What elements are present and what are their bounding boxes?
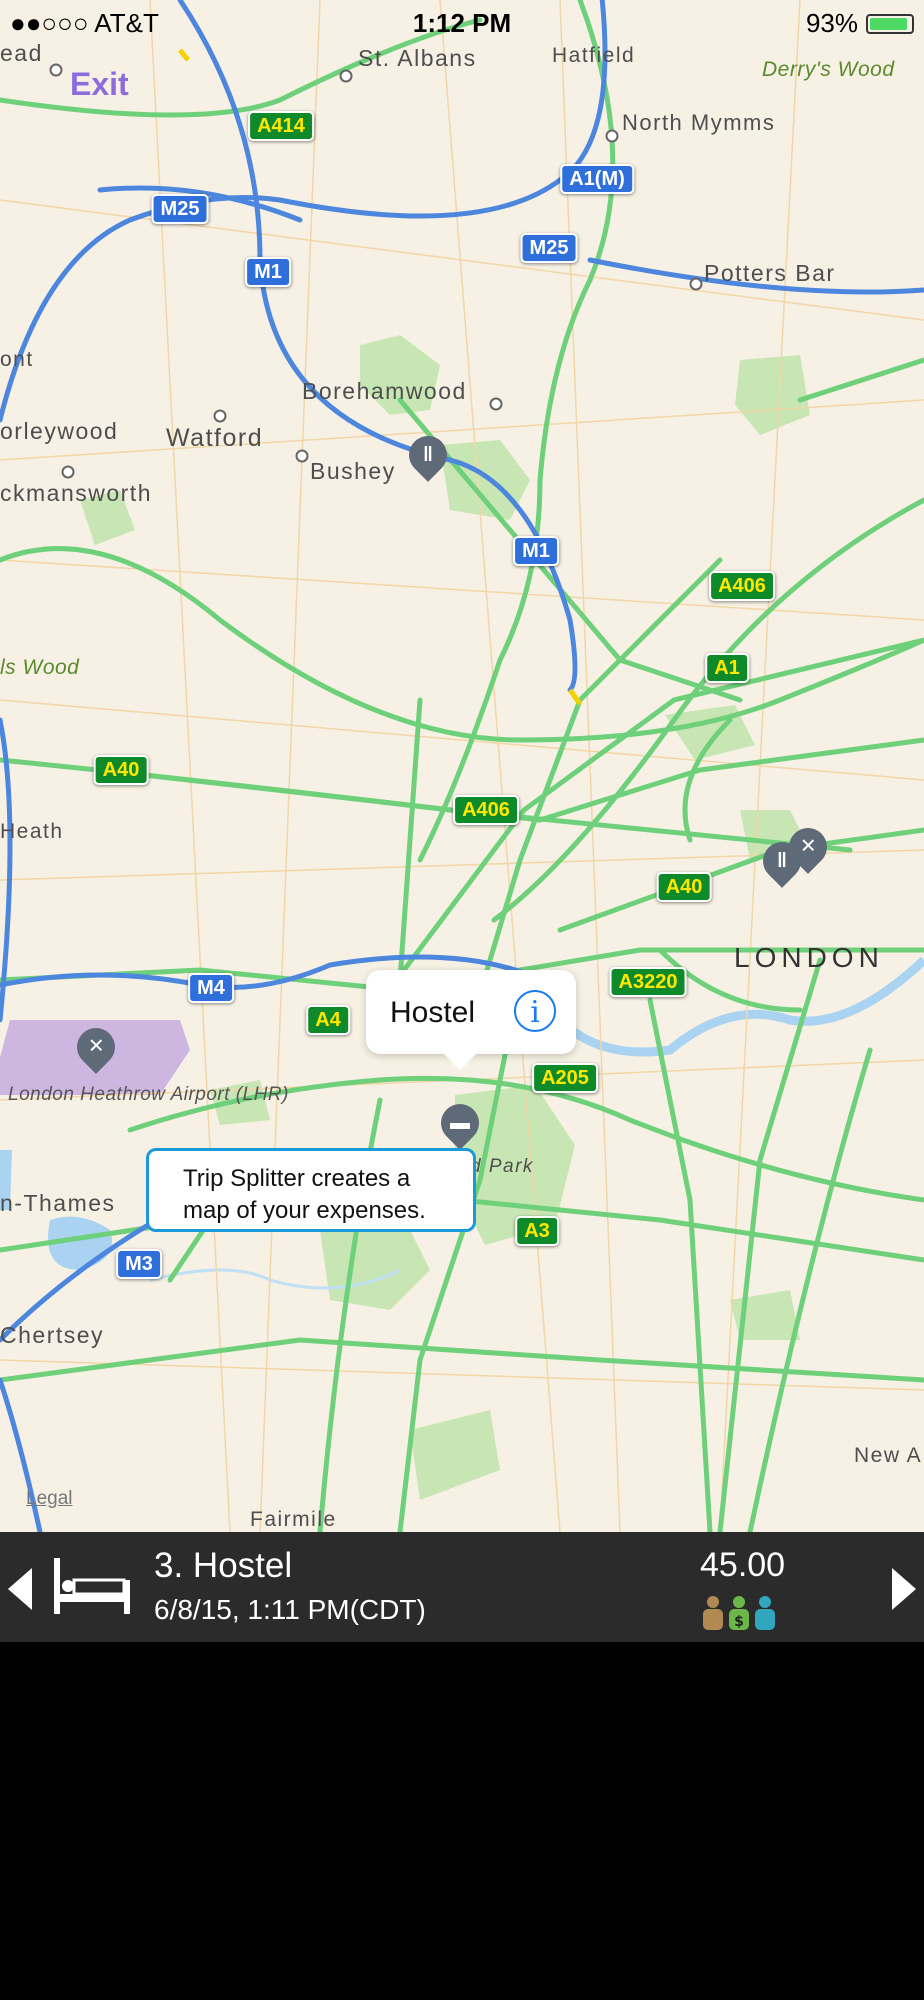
tooltip-line: Trip Splitter creates a [183, 1165, 411, 1192]
road-m1: M1 [245, 257, 291, 287]
road-m4: M4 [188, 973, 234, 1003]
previous-arrow-icon[interactable] [8, 1568, 32, 1610]
legal-link[interactable]: Legal [26, 1488, 73, 1510]
label-chertsey: Chertsey [0, 1322, 105, 1348]
label-heath: Heath [0, 820, 64, 843]
label-borehamwood: Borehamwood [302, 378, 467, 404]
road-a205: A205 [532, 1063, 598, 1093]
label-ls-wood: ls Wood [0, 656, 80, 679]
road-a406: A406 [709, 571, 775, 601]
clock: 1:12 PM [412, 8, 512, 38]
road-m25: M25 [151, 194, 209, 224]
label-north-mymms: North Mymms [622, 110, 776, 135]
status-bar: ●●○○○ AT&T 1:12 PM 93% [0, 0, 924, 46]
town-dot [61, 465, 75, 479]
next-arrow-icon[interactable] [892, 1568, 916, 1610]
callout-title: Hostel [390, 996, 476, 1029]
label-hatfield: Hatfield [552, 44, 636, 67]
road-a4: A4 [306, 1005, 350, 1035]
town-dot [49, 63, 63, 77]
map-view[interactable]: ead St. Albans Hatfield Derry's Wood Nor… [0, 0, 924, 1532]
road-a1m: A1(M) [560, 164, 634, 194]
road-a1: A1 [705, 653, 749, 683]
town-dot [689, 277, 703, 291]
label-fairmile: Fairmile [250, 1508, 337, 1531]
label-bushey: Bushey [310, 458, 396, 484]
label-london: LONDON [734, 942, 884, 973]
road-m3: M3 [116, 1249, 162, 1279]
road-a40: A40 [93, 755, 149, 785]
town-dot [213, 409, 227, 423]
tooltip-line: map of your expenses. [183, 1197, 426, 1224]
label-ont: ont [0, 348, 34, 371]
exit-button[interactable]: Exit [70, 66, 129, 103]
label-park: d Park [470, 1156, 534, 1177]
info-icon[interactable]: i [514, 990, 556, 1032]
label-new-a: New A [854, 1444, 923, 1467]
expense-bar[interactable]: 3. Hostel 6/8/15, 1:11 PM(CDT) 45.00 $ [0, 1532, 924, 1642]
road-a3: A3 [515, 1216, 559, 1246]
battery-icon [866, 13, 914, 34]
road-a40: A40 [656, 872, 712, 902]
tooltip-bubble: Trip Splitter creates a map of your expe… [146, 1148, 476, 1232]
status-right: 93% [806, 8, 914, 39]
expense-title: 3. Hostel [154, 1546, 293, 1585]
road-a406: A406 [453, 795, 519, 825]
map-callout[interactable]: Hostel i [366, 970, 576, 1070]
road-m25: M25 [520, 233, 578, 263]
label-watford: Watford [166, 424, 264, 452]
town-dot [339, 69, 353, 83]
label-potters-bar: Potters Bar [704, 260, 836, 286]
label-st-albans: St. Albans [358, 45, 477, 71]
road-m1: M1 [513, 536, 559, 566]
town-dot [489, 397, 503, 411]
label-derrys-wood: Derry's Wood [762, 58, 895, 81]
svg-text:$: $ [734, 1614, 744, 1630]
expense-datetime: 6/8/15, 1:11 PM(CDT) [154, 1594, 426, 1625]
battery-percent: 93% [805, 8, 858, 38]
road-a3220: A3220 [609, 967, 687, 997]
label-orleywood: orleywood [0, 418, 119, 444]
label-heathrow: London Heathrow Airport (LHR) [8, 1084, 289, 1105]
expense-amount: 45.00 [700, 1546, 786, 1584]
bed-icon [54, 1558, 130, 1614]
town-dot [295, 449, 309, 463]
people-payer-icon: $ [703, 1596, 775, 1630]
label-rickmansworth: ckmansworth [0, 480, 152, 506]
town-dot [605, 129, 619, 143]
road-a414: A414 [248, 111, 314, 141]
label-thames: n-Thames [0, 1190, 116, 1216]
